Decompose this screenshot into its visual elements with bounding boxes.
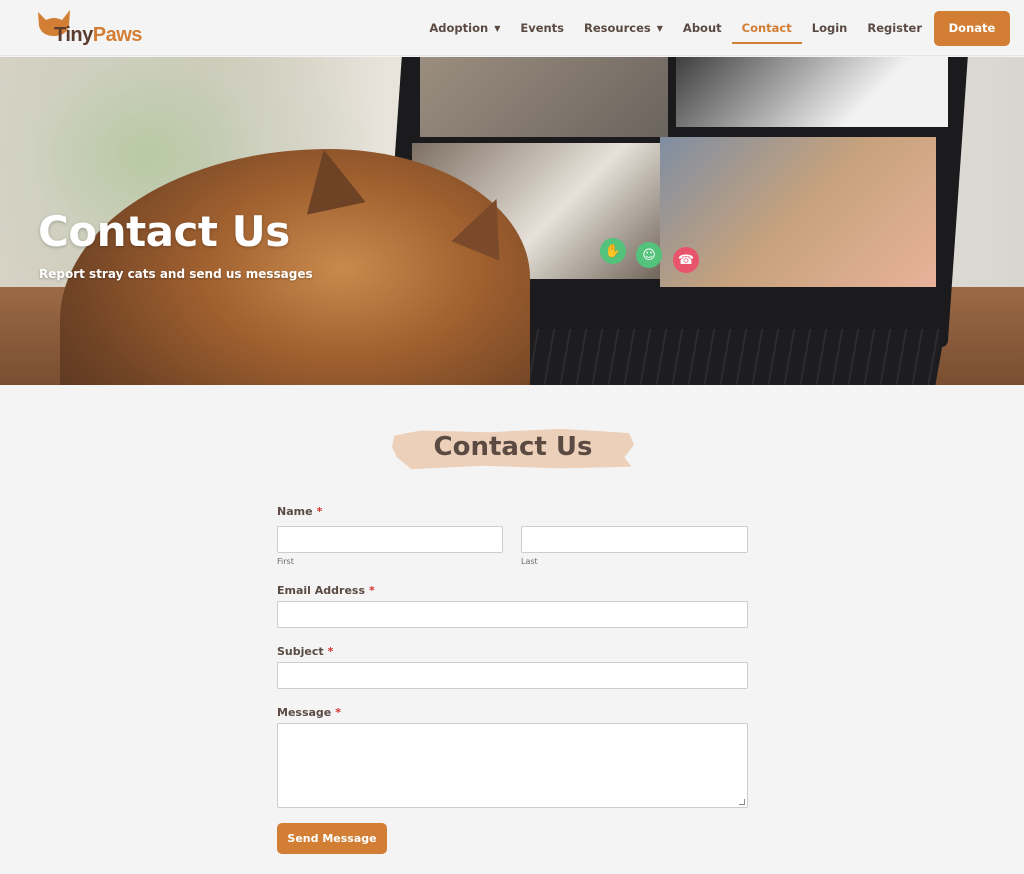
last-name-input[interactable] (521, 526, 748, 553)
first-name-input[interactable] (277, 526, 503, 553)
send-message-button[interactable]: Send Message (277, 823, 387, 854)
first-sublabel: First (277, 557, 294, 566)
video-call-tile (420, 57, 668, 137)
donate-button[interactable]: Donate (934, 10, 1010, 46)
hero-subtitle: Report stray cats and send us messages (39, 267, 313, 281)
phone-icon: ☎ (673, 247, 699, 273)
site-header: TinyPaws Adoption ▼ Events Resources ▼ Abo… (0, 0, 1024, 56)
nav-item-login[interactable]: Login (802, 0, 858, 56)
nav-item-contact[interactable]: Contact (731, 0, 802, 56)
video-call-tile (676, 57, 948, 127)
last-sublabel: Last (521, 557, 538, 566)
nav-item-adoption[interactable]: Adoption ▼ (419, 0, 510, 56)
section-title: Contact Us (433, 432, 593, 462)
chevron-down-icon: ▼ (656, 23, 663, 33)
resize-handle-icon[interactable] (739, 799, 745, 805)
email-label: Email Address * (277, 584, 375, 597)
message-label: Message * (277, 706, 342, 719)
laptop-keyboard-image (464, 329, 946, 385)
email-field[interactable] (277, 601, 748, 628)
logo[interactable]: TinyPaws (36, 8, 156, 50)
chevron-down-icon: ▼ (494, 23, 501, 33)
name-label: Name * (277, 505, 323, 518)
paw-icon: ✋ (600, 238, 626, 264)
subject-label: Subject * (277, 645, 334, 658)
cat-ear-shape (294, 143, 366, 215)
hero-title: Contact Us (38, 207, 290, 256)
main-nav: Adoption ▼ Events Resources ▼ About Contac… (419, 0, 1010, 56)
section-heading: Contact Us (392, 422, 634, 474)
message-textarea[interactable] (277, 723, 748, 808)
subject-field[interactable] (277, 662, 748, 689)
logo-wordmark: TinyPaws (54, 24, 142, 46)
hero-banner: ✋ ☺ ☎ Contact Us Report stray cats and s… (0, 57, 1024, 385)
nav-item-resources[interactable]: Resources ▼ (574, 0, 673, 56)
nav-item-about[interactable]: About (673, 0, 732, 56)
cat-face-icon: ☺ (636, 242, 662, 268)
nav-item-register[interactable]: Register (857, 0, 932, 56)
nav-item-events[interactable]: Events (510, 0, 574, 56)
video-call-tile (660, 137, 936, 287)
